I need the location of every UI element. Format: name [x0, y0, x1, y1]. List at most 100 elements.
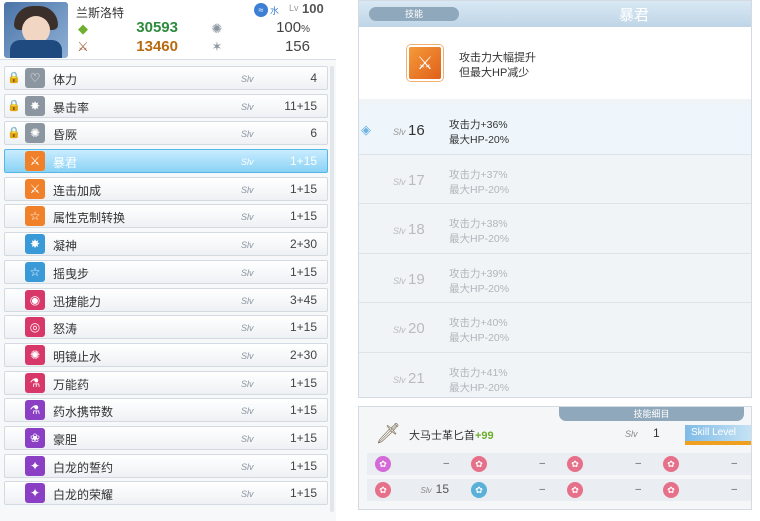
- skill-row[interactable]: ✸ 凝神 Slv 2+30: [4, 232, 328, 257]
- skill-title: 暴君: [619, 7, 650, 24]
- skill-level: 2+30: [289, 237, 317, 252]
- focus-icon: ✸: [25, 234, 45, 255]
- stun-icon: ✺: [25, 123, 45, 144]
- weapon-slot[interactable]: ✿ –: [463, 482, 555, 498]
- skill-name: 昏厥: [53, 128, 78, 143]
- skill-row[interactable]: ☆ 摇曳步 Slv 1+15: [4, 259, 328, 284]
- dragon-icon: ✦: [25, 455, 45, 476]
- slv-label: Slv: [241, 295, 254, 306]
- skill-row[interactable]: ◎ 怒涛 Slv 1+15: [4, 315, 328, 340]
- summon-slot-icon: ✿: [567, 456, 583, 472]
- skill-level: 3+45: [289, 292, 317, 307]
- skill-name: 豪胆: [53, 432, 78, 447]
- skill-row[interactable]: 🔒 ✺ 昏厥 Slv 6: [4, 121, 328, 146]
- slv-label: Slv: [241, 350, 254, 361]
- skill-name: 明镜止水: [53, 349, 102, 364]
- star-icon: ☆: [25, 206, 45, 227]
- skill-name: 万能药: [53, 377, 90, 392]
- weapon-slot[interactable]: ✿ Slv 15: [367, 482, 459, 498]
- level-effect-line2: 最大HP-20%: [449, 332, 510, 345]
- slv-label: Slv: [241, 184, 254, 195]
- skill-level-table[interactable]: ◈ Slv 16 攻击力+36% 最大HP-20% Slv 17 攻击力+37% 最大HP-20…: [359, 105, 751, 397]
- skill-row[interactable]: ◉ 迅捷能力 Slv 3+45: [4, 287, 328, 312]
- skill-desc-line1: 攻击力大幅提升: [459, 52, 536, 64]
- skill-name: 体力: [53, 73, 78, 87]
- skill-row[interactable]: 🔒 ✸ 暴击率 Slv 11+15: [4, 93, 328, 118]
- skill-level: 1+15: [289, 264, 317, 279]
- skill-name: 药水携带数: [53, 405, 114, 420]
- level-number: 19: [408, 270, 425, 288]
- skill-row[interactable]: ✦ 白龙的荣耀 Slv 1+15: [4, 481, 328, 506]
- weapon-slot[interactable]: ✿ –: [559, 482, 651, 498]
- skill-row[interactable]: ❀ 豪胆 Slv 1+15: [4, 425, 328, 450]
- skill-name: 白龙的荣耀: [53, 488, 114, 503]
- slv-label: Slv: [241, 267, 254, 278]
- crit-value: 100%: [276, 19, 310, 36]
- level-number: 17: [408, 171, 425, 189]
- hp-gem-icon: ◆: [78, 21, 88, 36]
- slv-label: Slv: [393, 127, 406, 137]
- skill-row[interactable]: ⚔ 连击加成 Slv 1+15: [4, 176, 328, 201]
- slv-label: Slv: [393, 176, 406, 187]
- slot-value: –: [731, 484, 737, 495]
- level-effect-line1: 攻击力+41%: [449, 366, 508, 379]
- slot-row: ✿ – ✿ – ✿ – ✿ –: [367, 453, 751, 475]
- skill-level-row: Slv 20 攻击力+40% 最大HP-20%: [359, 303, 751, 353]
- skill-row[interactable]: ⚗ 药水携带数 Slv 1+15: [4, 398, 328, 423]
- level-effect-line2: 最大HP-20%: [449, 233, 510, 246]
- slot-value: –: [443, 458, 449, 469]
- skill-name: 连击加成: [53, 183, 102, 198]
- wave-icon: ◎: [25, 317, 45, 338]
- skill-row[interactable]: ✦ 白龙的誓约 Slv 1+15: [4, 453, 328, 478]
- character-portrait[interactable]: [4, 2, 68, 58]
- slot-row: ✿ Slv 15 ✿ – ✿ – ✿ –: [367, 479, 751, 501]
- skill-row[interactable]: 🔒 ♡ 体力 Slv 4: [4, 66, 328, 90]
- weapon-slot[interactable]: ✿ –: [655, 482, 747, 498]
- skill-detail-header: 技能 暴君: [359, 1, 751, 27]
- summon-slot-icon: ✿: [663, 482, 679, 498]
- weapon-slot[interactable]: ✿ –: [655, 456, 747, 472]
- skill-level-row: Slv 19 攻击力+39% 最大HP-20%: [359, 254, 751, 304]
- skill-level: 1+15: [289, 181, 317, 196]
- attack-sword-icon: ⚔: [77, 39, 89, 54]
- slv-label: Slv: [241, 101, 254, 112]
- weapon-slot[interactable]: ✿ –: [463, 456, 555, 472]
- crit-icon: ✸: [25, 95, 45, 116]
- defense-value: 156: [284, 38, 310, 55]
- skill-level-row: Slv 17 攻击力+37% 最大HP-20%: [359, 155, 751, 205]
- skill-name: 暴君: [53, 156, 78, 171]
- weapon-slot[interactable]: ✿ –: [559, 456, 651, 472]
- skill-level: 2+30: [289, 347, 317, 362]
- skill-level: 1+15: [289, 154, 317, 169]
- slv-label: Slv: [241, 212, 254, 223]
- skill-list-scrollbar[interactable]: [330, 66, 334, 512]
- level-number: 20: [408, 320, 425, 338]
- skill-level: 1+15: [289, 375, 317, 390]
- skill-level-row: ◈ Slv 16 攻击力+36% 最大HP-20%: [359, 105, 751, 155]
- skill-row[interactable]: ✺ 明镜止水 Slv 2+30: [4, 342, 328, 367]
- weapon-slot[interactable]: ✿ –: [367, 456, 459, 472]
- summon-slot-icon: ✿: [375, 482, 391, 498]
- slot-value: –: [731, 458, 737, 469]
- attack-value: 13460: [136, 38, 178, 55]
- skill-description: ⚔ 攻击力大幅提升 但最大HP减少: [359, 27, 751, 99]
- element-label: 水: [270, 6, 280, 16]
- level-effect-line2: 最大HP-20%: [449, 183, 510, 196]
- weapon-name[interactable]: 大马士革匕首+99: [409, 427, 494, 443]
- slv-label: Slv: [241, 489, 254, 500]
- skill-row[interactable]: ☆ 属性克制转换 Slv 1+15: [4, 204, 328, 229]
- weapon-slv-value: 1: [653, 426, 660, 440]
- slot-value: –: [635, 458, 641, 469]
- potion-icon: ⚗: [25, 372, 45, 393]
- skill-row[interactable]: ⚔ 暴君 Slv 1+15: [4, 149, 328, 174]
- level-effect-line1: 攻击力+38%: [449, 218, 508, 231]
- skill-row[interactable]: ⚗ 万能药 Slv 1+15: [4, 370, 328, 395]
- level-number: 21: [408, 369, 425, 387]
- skill-level-bar: [685, 441, 751, 445]
- courage-icon: ❀: [25, 427, 45, 448]
- summon-slot-icon: ✿: [471, 482, 487, 498]
- slv-label: Slv: [241, 433, 254, 444]
- skill-level: 11+15: [284, 98, 317, 113]
- slot-value: –: [539, 458, 545, 469]
- slv-label: Slv: [241, 323, 254, 334]
